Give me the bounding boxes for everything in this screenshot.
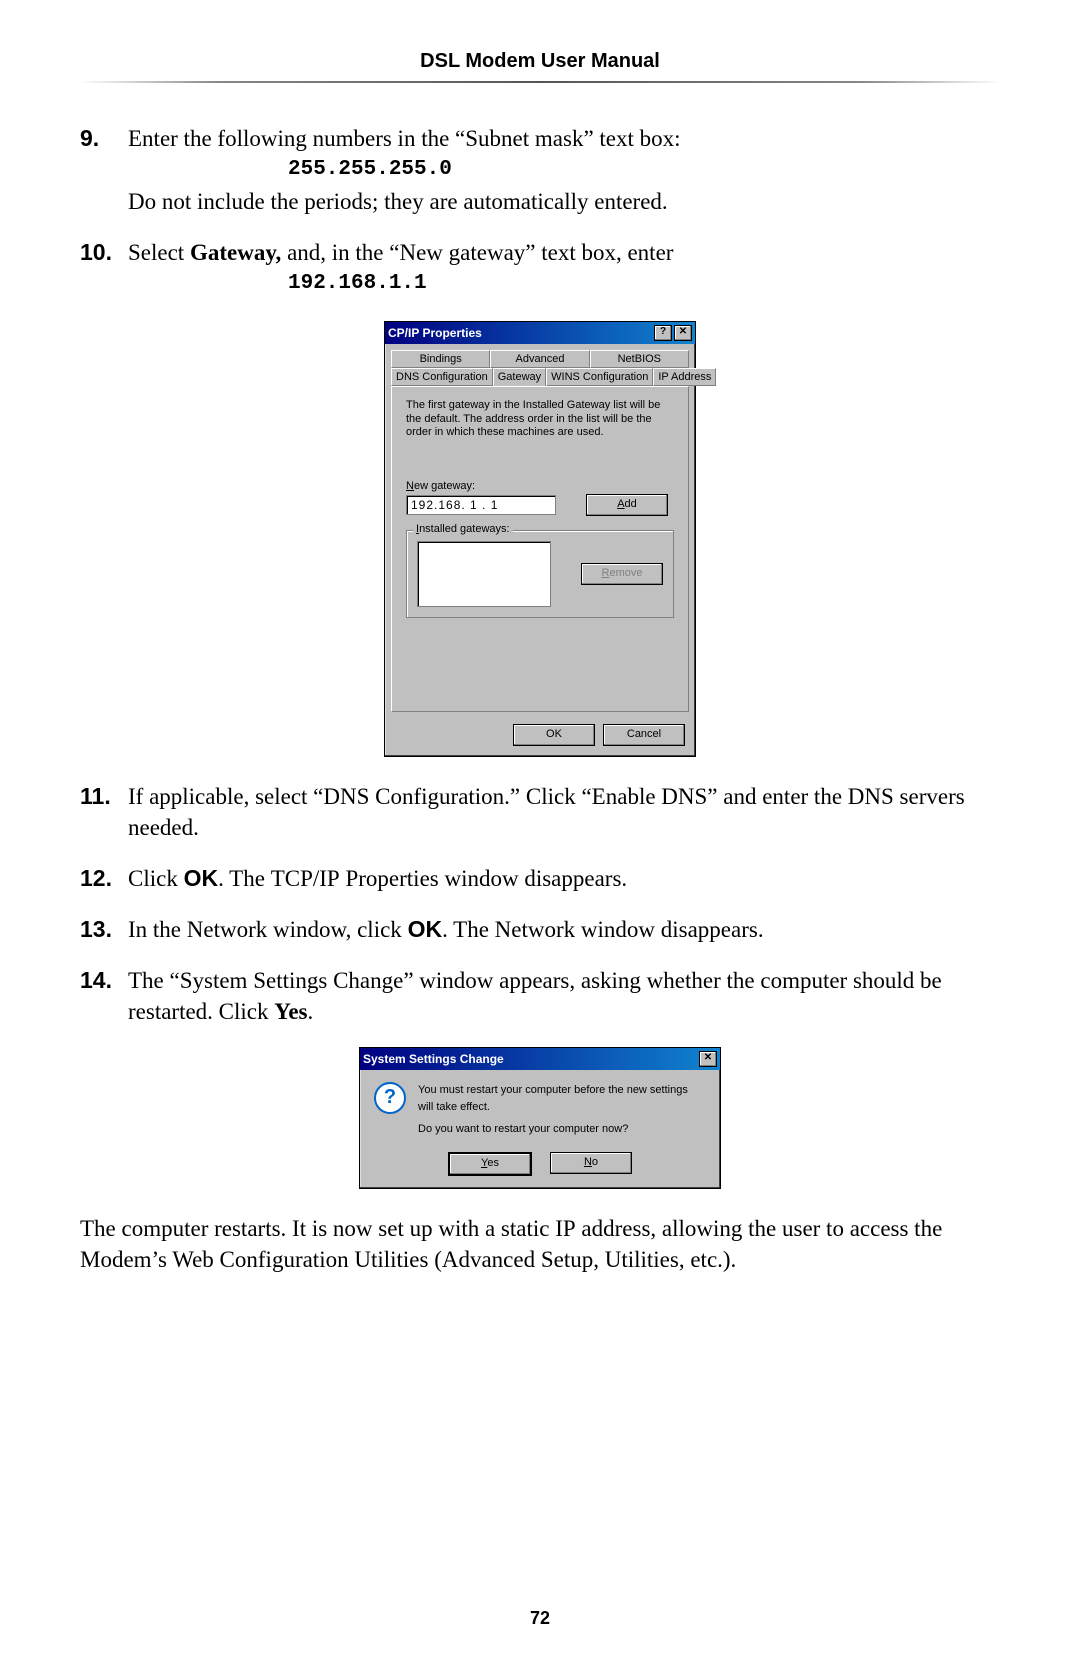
- new-gateway-row: 192.168. 1 . 1 Add: [406, 494, 674, 516]
- subnet-mask-code: 255.255.255.0: [288, 156, 1000, 184]
- tab-dns-configuration[interactable]: DNS Configuration: [391, 368, 493, 386]
- dialog-button-row: OK Cancel: [385, 718, 695, 756]
- step-body: If applicable, select “DNS Configuration…: [128, 781, 1000, 843]
- s14-pre: The “System Settings Change” window appe…: [128, 968, 942, 1024]
- page-header-title: DSL Modem User Manual: [80, 50, 1000, 81]
- yes-text: es: [487, 1157, 499, 1169]
- no-text: o: [592, 1156, 598, 1168]
- new-gateway-input[interactable]: 192.168. 1 . 1: [406, 495, 556, 515]
- ok-button[interactable]: OK: [513, 724, 595, 746]
- step-9-line2: Do not include the periods; they are aut…: [128, 189, 668, 214]
- add-button[interactable]: Add: [586, 494, 668, 516]
- s13-post: . The Network window disappears.: [442, 917, 764, 942]
- new-gateway-label: New gateway:: [406, 480, 674, 492]
- step-body: Click OK. The TCP/IP Properties window d…: [128, 863, 1000, 894]
- gateway-tab-panel: The first gateway in the Installed Gatew…: [391, 386, 689, 712]
- new-gateway-label-rest: ew gateway:: [414, 480, 475, 492]
- new-gateway-accel: N: [406, 480, 414, 492]
- step-number: 9.: [80, 123, 128, 217]
- cancel-button[interactable]: Cancel: [603, 724, 685, 746]
- step-number: 10.: [80, 237, 128, 300]
- s14-yes: Yes: [274, 999, 307, 1024]
- close-button[interactable]: ✕: [674, 325, 692, 341]
- instruction-list: 9. Enter the following numbers in the “S…: [80, 123, 1000, 301]
- tab-wins-configuration[interactable]: WINS Configuration: [546, 368, 653, 386]
- tcpip-dialog-wrap: CP/IP Properties ? ✕ Bindings Advanced N…: [80, 321, 1000, 757]
- step-body: Select Gateway, and, in the “New gateway…: [128, 237, 1000, 300]
- tab-gateway[interactable]: Gateway: [493, 368, 546, 386]
- step-9-line1: Enter the following numbers in the “Subn…: [128, 126, 681, 151]
- s12-post2: Properties window disappears.: [340, 866, 627, 891]
- add-accel: A: [617, 498, 624, 510]
- installed-gateways-fieldset: Installed gateways: Remove: [406, 530, 674, 618]
- s12-post1: . The: [218, 866, 271, 891]
- s14-post: .: [308, 999, 314, 1024]
- installed-gateways-list[interactable]: [417, 541, 551, 607]
- step-body: In the Network window, click OK. The Net…: [128, 914, 1000, 945]
- final-ip: IP: [555, 1216, 575, 1241]
- tabs-row-1: Bindings Advanced NetBIOS: [385, 344, 695, 368]
- step-body: The “System Settings Change” window appe…: [128, 965, 1000, 1027]
- close-button[interactable]: ✕: [699, 1051, 717, 1067]
- remove-text: emove: [609, 567, 642, 579]
- installed-label-rest: nstalled gateways:: [419, 523, 510, 535]
- no-accel: N: [584, 1156, 592, 1168]
- restart-dialog-wrap: System Settings Change ✕ ? You must rest…: [80, 1047, 1000, 1189]
- step-10-pre: Select: [128, 240, 190, 265]
- system-settings-change-dialog: System Settings Change ✕ ? You must rest…: [359, 1047, 721, 1189]
- step-10-bold: Gateway,: [190, 240, 281, 265]
- s12-tcpip: TCP/IP: [271, 866, 340, 891]
- step-number: 14.: [80, 965, 128, 1027]
- step-14: 14. The “System Settings Change” window …: [80, 965, 1000, 1027]
- step-number: 12.: [80, 863, 128, 894]
- step-number: 11.: [80, 781, 128, 843]
- restart-content: ? You must restart your computer before …: [360, 1070, 720, 1146]
- header-rule: [80, 81, 1000, 83]
- s12-pre: Click: [128, 866, 184, 891]
- tabs-row-2: DNS Configuration Gateway WINS Configura…: [385, 368, 695, 386]
- restart-message: You must restart your computer before th…: [418, 1082, 706, 1138]
- tab-netbios[interactable]: NetBIOS: [590, 350, 689, 368]
- restart-title-text: System Settings Change: [363, 1052, 504, 1066]
- add-text: dd: [625, 498, 637, 510]
- tcpip-title-text: CP/IP Properties: [388, 326, 482, 340]
- restart-line1: You must restart your computer before th…: [418, 1082, 706, 1115]
- instruction-list-2: 11. If applicable, select “DNS Configura…: [80, 781, 1000, 1027]
- step-11: 11. If applicable, select “DNS Configura…: [80, 781, 1000, 843]
- step-13: 13. In the Network window, click OK. The…: [80, 914, 1000, 945]
- tcpip-titlebar[interactable]: CP/IP Properties ? ✕: [385, 322, 695, 344]
- s13-ok: OK: [408, 916, 443, 942]
- tab-bindings[interactable]: Bindings: [391, 350, 490, 368]
- gateway-ip-code: 192.168.1.1: [288, 270, 1000, 298]
- no-button[interactable]: No: [550, 1152, 632, 1174]
- s13-pre: In the Network window, click: [128, 917, 408, 942]
- step-10-post: and, in the “New gateway” text box, ente…: [281, 240, 673, 265]
- remove-button[interactable]: Remove: [581, 563, 663, 585]
- step-body: Enter the following numbers in the “Subn…: [128, 123, 1000, 217]
- help-button[interactable]: ?: [654, 325, 672, 341]
- tab-advanced[interactable]: Advanced: [490, 350, 589, 368]
- tab-ip-address[interactable]: IP Address: [653, 368, 716, 386]
- restart-titlebar[interactable]: System Settings Change ✕: [360, 1048, 720, 1070]
- final-pre: The computer restarts. It is now set up …: [80, 1216, 555, 1241]
- yes-button[interactable]: Yes: [448, 1152, 532, 1176]
- page-number: 72: [0, 1608, 1080, 1629]
- step-number: 13.: [80, 914, 128, 945]
- installed-gateways-legend: Installed gateways:: [413, 523, 513, 535]
- restart-button-row: Yes No: [360, 1146, 720, 1188]
- closing-paragraph: The computer restarts. It is now set up …: [80, 1213, 1000, 1275]
- tcpip-properties-dialog: CP/IP Properties ? ✕ Bindings Advanced N…: [384, 321, 696, 757]
- question-icon: ?: [374, 1082, 406, 1114]
- gateway-panel-description: The first gateway in the Installed Gatew…: [406, 399, 674, 440]
- step-9: 9. Enter the following numbers in the “S…: [80, 123, 1000, 217]
- restart-line2: Do you want to restart your computer now…: [418, 1121, 706, 1138]
- s12-ok: OK: [184, 865, 219, 891]
- manual-page: DSL Modem User Manual 9. Enter the follo…: [0, 0, 1080, 1669]
- step-10: 10. Select Gateway, and, in the “New gat…: [80, 237, 1000, 300]
- step-12: 12. Click OK. The TCP/IP Properties wind…: [80, 863, 1000, 894]
